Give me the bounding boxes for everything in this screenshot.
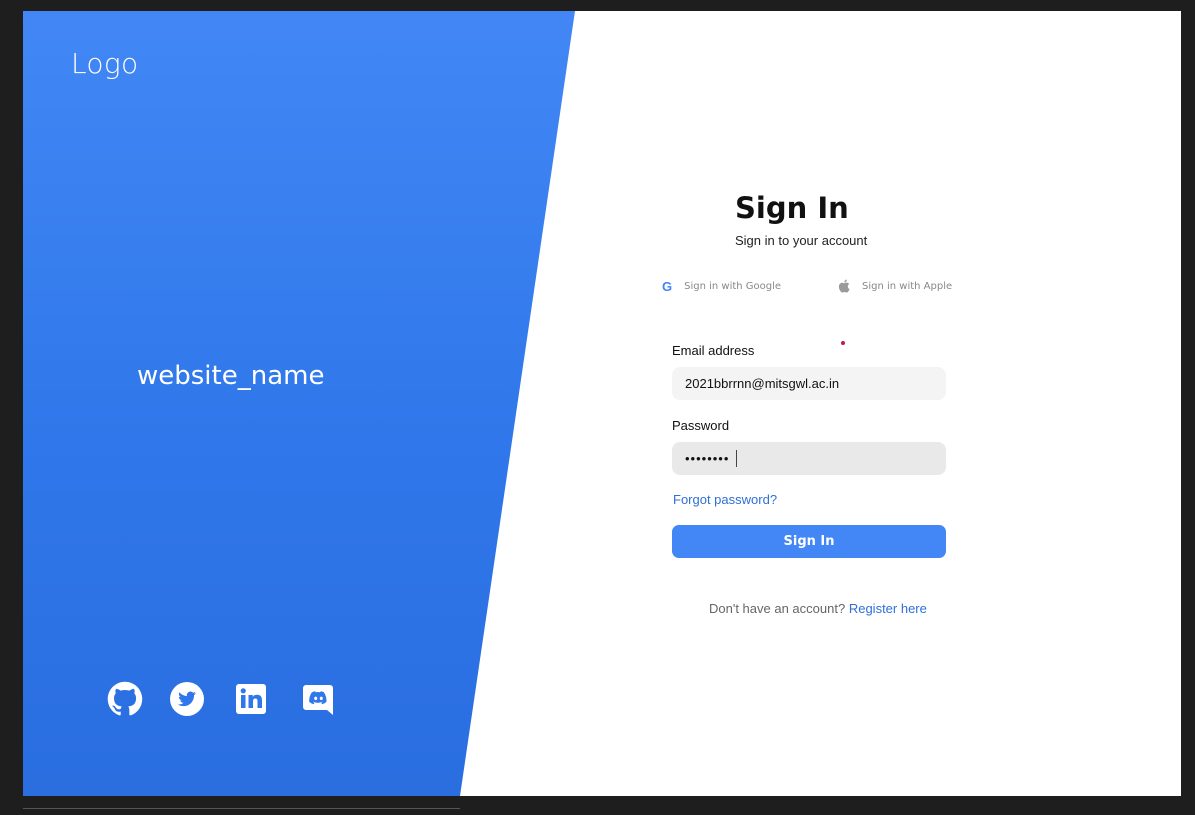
password-field[interactable]: ••••••••	[672, 442, 946, 475]
google-signin-button[interactable]: G Sign in with Google	[662, 276, 781, 296]
register-prompt: Don't have an account? Register here	[709, 601, 927, 616]
forgot-password-link[interactable]: Forgot password?	[673, 492, 777, 507]
google-signin-label: Sign in with Google	[684, 280, 782, 292]
github-icon[interactable]	[107, 681, 143, 717]
discord-icon[interactable]	[300, 681, 336, 717]
password-label: Password	[672, 418, 730, 433]
page-subtitle: Sign in to your account	[735, 233, 868, 248]
divider	[23, 808, 460, 809]
no-account-text: Don't have an account?	[709, 601, 846, 616]
register-link[interactable]: Register here	[849, 601, 927, 616]
google-icon: G	[662, 278, 673, 294]
text-cursor	[736, 450, 738, 467]
logo[interactable]: Logo	[71, 47, 138, 80]
sign-in-page: Logo website_name Sign In Sign in to you…	[23, 11, 1181, 796]
apple-icon	[838, 279, 850, 293]
apple-signin-button[interactable]: Sign in with Apple	[838, 276, 952, 296]
linkedin-icon[interactable]	[233, 681, 269, 717]
password-value: ••••••••	[685, 451, 730, 466]
email-field[interactable]: 2021bbrrnn@mitsgwl.ac.in	[672, 367, 946, 400]
email-value: 2021bbrrnn@mitsgwl.ac.in	[685, 376, 840, 391]
brand-panel	[23, 11, 575, 796]
twitter-icon[interactable]	[169, 681, 205, 717]
page-title: Sign In	[735, 191, 849, 225]
apple-signin-label: Sign in with Apple	[862, 280, 953, 292]
website-name: website_name	[137, 361, 325, 391]
decorative-dot	[841, 341, 845, 345]
email-label: Email address	[672, 343, 755, 358]
sign-in-button[interactable]: Sign In	[672, 525, 946, 558]
